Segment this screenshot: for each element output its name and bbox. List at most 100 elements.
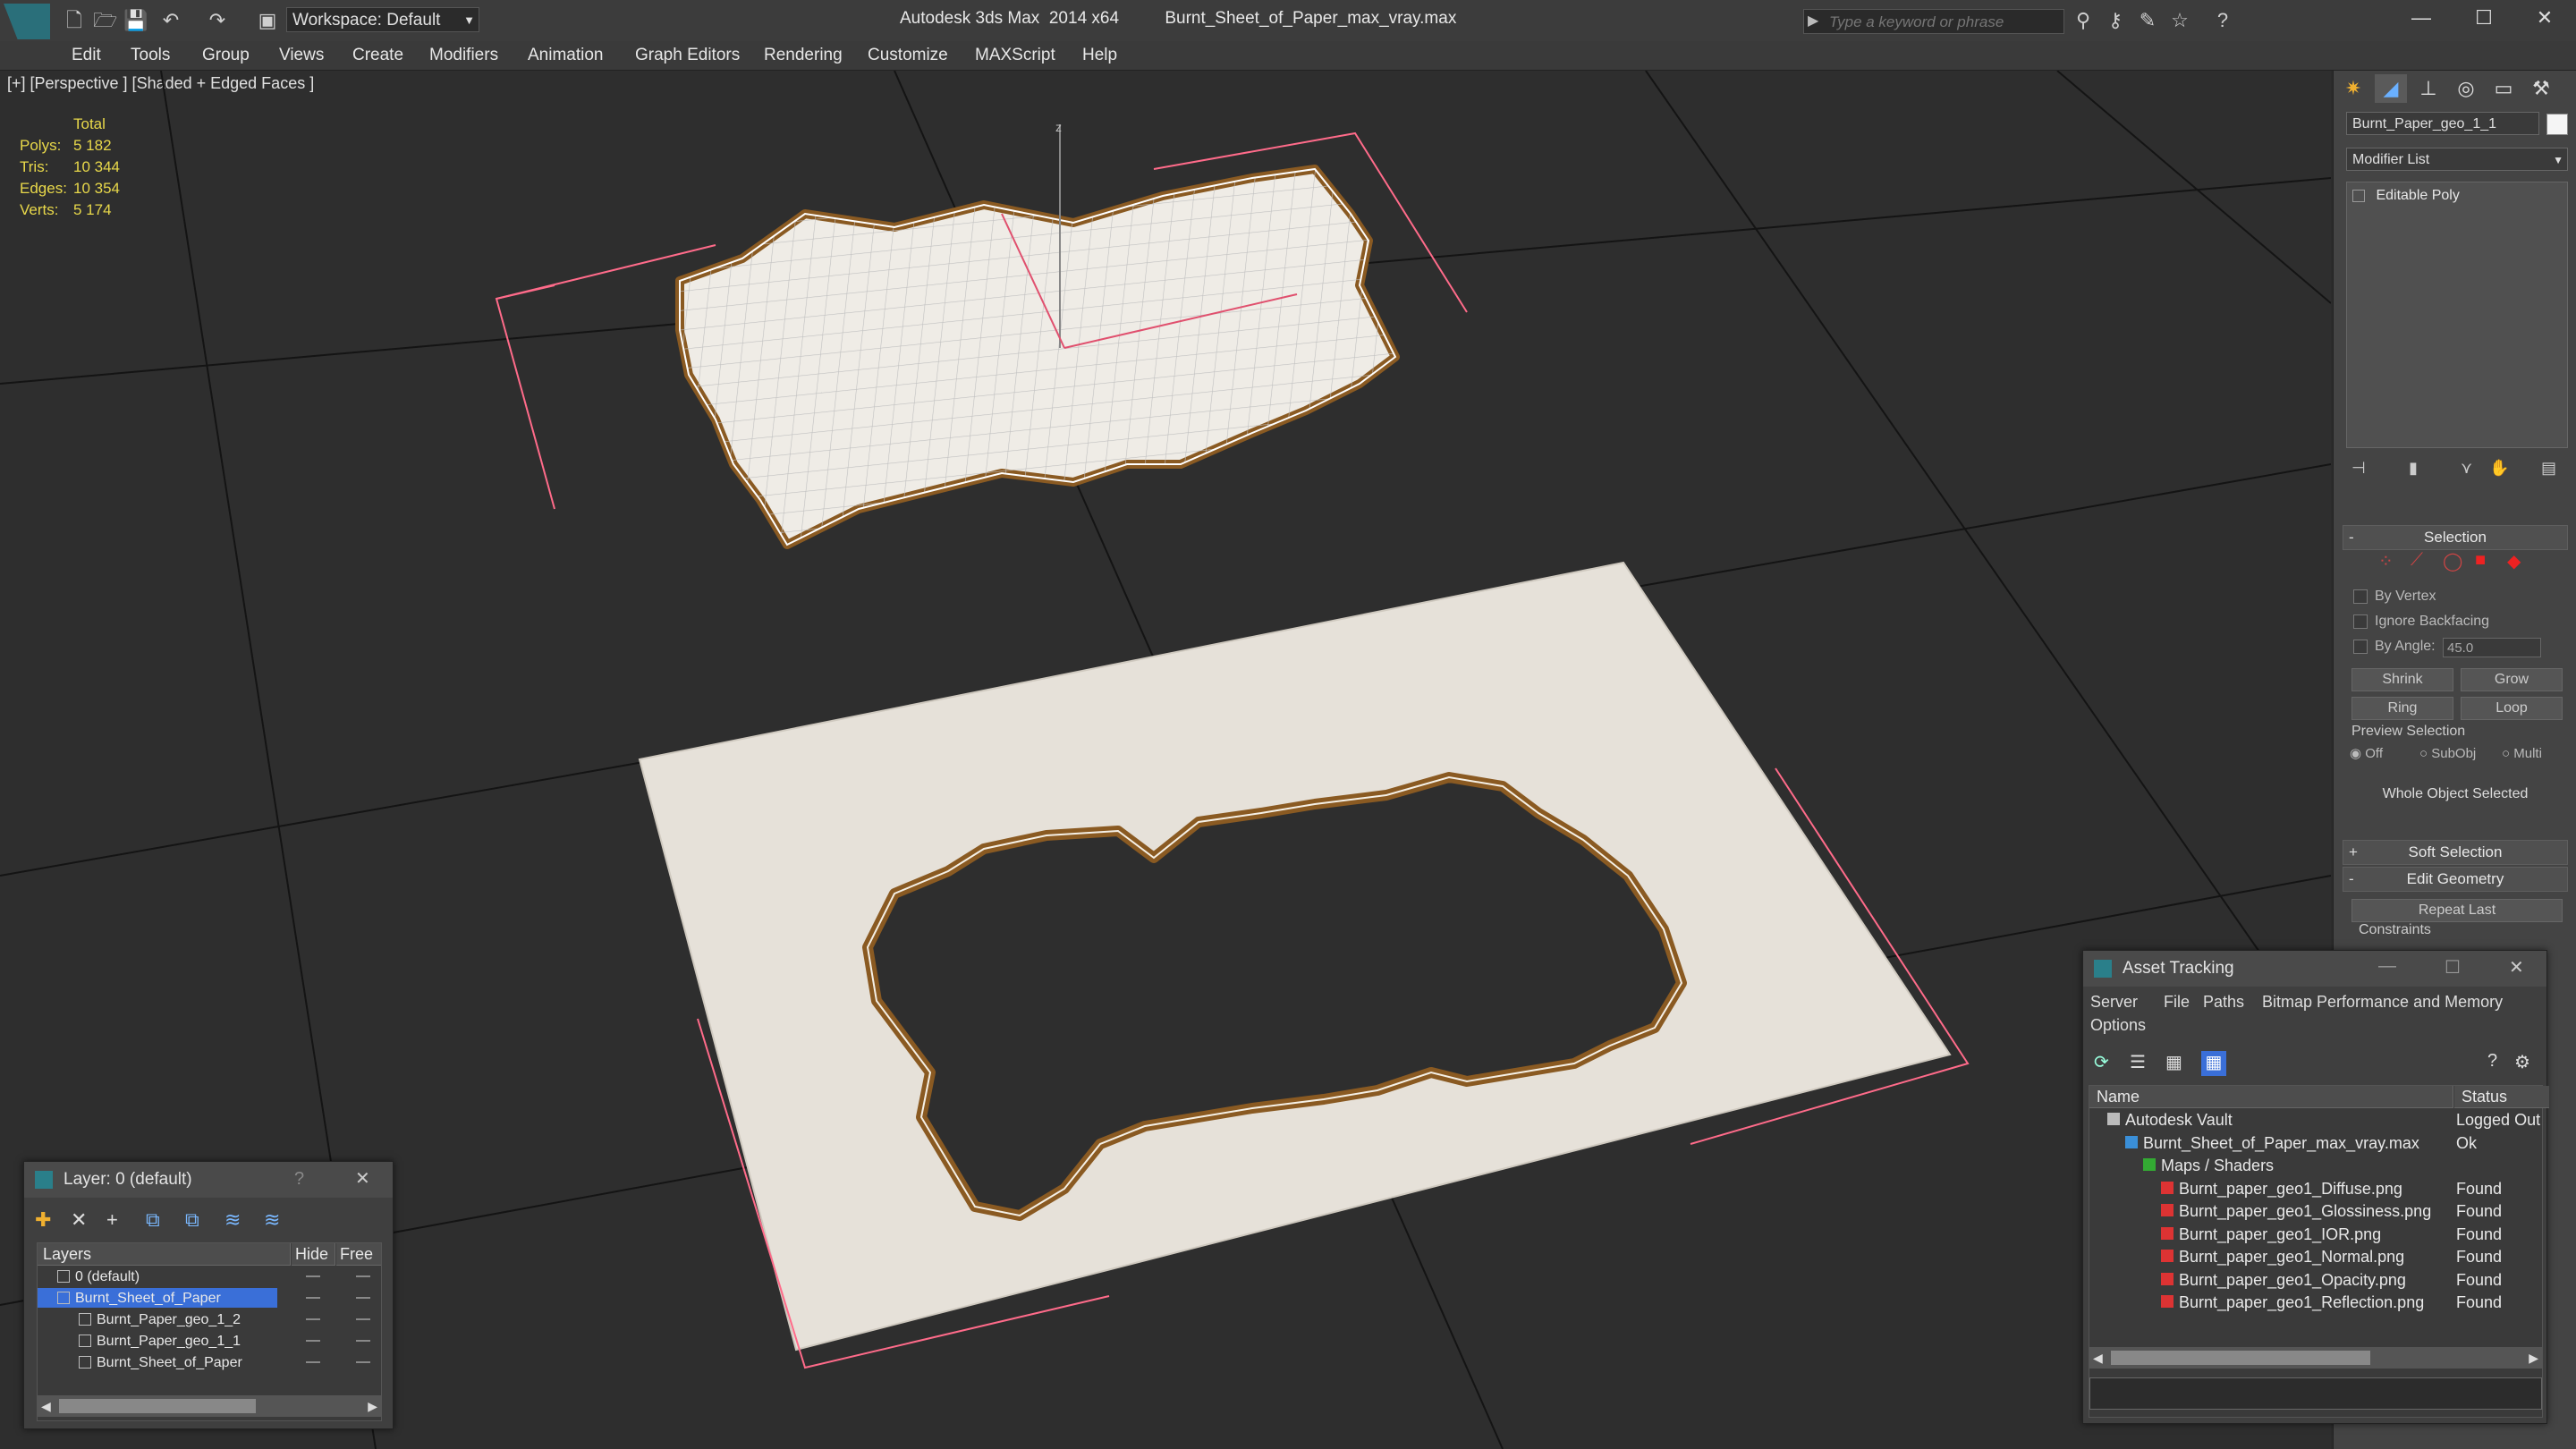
tools-icon[interactable]: ✎ [2136,9,2159,32]
modifier-list-select[interactable]: Modifier List ▼ [2346,148,2568,171]
preview-subobj-radio[interactable]: ○ SubObj [2419,743,2476,765]
help-icon[interactable]: ? [2211,9,2234,32]
close-icon[interactable]: ✕ [2513,0,2576,36]
layer-header-hide[interactable]: Hide [292,1243,335,1266]
show-end-result-icon[interactable]: ▮ [2409,459,2418,478]
repeat-last-button[interactable]: Repeat Last [2351,899,2563,922]
asset-row[interactable]: Burnt_Sheet_of_Paper_max_vray.max Ok [2089,1132,2542,1154]
menu-graph-editors[interactable]: Graph Editors [635,41,740,70]
layer-freeze-toggle[interactable] [356,1297,370,1299]
asset-row[interactable]: Autodesk Vault Logged Out [2089,1109,2542,1131]
shrink-button[interactable]: Shrink [2351,668,2453,691]
binoculars-icon[interactable]: ⚲ [2072,9,2095,32]
layer-freeze-toggle[interactable] [356,1361,370,1363]
layer-header-layers[interactable]: Layers [38,1243,291,1266]
layer-row[interactable]: Burnt_Sheet_of_Paper [38,1288,381,1309]
list-view-icon[interactable]: ☰ [2130,1051,2146,1073]
element-mode-icon[interactable]: ◆ [2507,550,2521,572]
layer-hide-toggle[interactable] [306,1297,320,1299]
soft-selection-rollout[interactable]: + Soft Selection [2343,840,2568,865]
asset-row[interactable]: Burnt_paper_geo1_Opacity.png Found [2089,1269,2542,1291]
asset-header-status[interactable]: Status [2454,1086,2549,1108]
stack-item-editable-poly[interactable]: Editable Poly [2352,186,2460,206]
asset-menu-bitmap[interactable]: Bitmap Performance and Memory [2262,990,2503,1013]
favorite-star-icon[interactable]: ☆ [2168,9,2191,32]
scroll-thumb[interactable] [59,1399,256,1413]
create-tab-icon[interactable]: ✷ [2337,74,2369,103]
remove-modifier-icon[interactable]: ✋ [2489,459,2509,478]
asset-row[interactable]: Burnt_paper_geo1_Diffuse.png Found [2089,1178,2542,1199]
maximize-icon[interactable]: ☐ [2453,0,2515,36]
delete-layer-icon[interactable]: ✕ [71,1208,87,1232]
menu-animation[interactable]: Animation [528,41,604,70]
close-icon[interactable]: ✕ [355,1167,370,1190]
layer-window-titlebar[interactable]: Layer: 0 (default) ? ✕ [24,1162,393,1198]
save-icon[interactable]: 💾 [123,9,148,32]
search-input[interactable] [1827,12,2063,33]
menu-tools[interactable]: Tools [131,41,170,70]
by-vertex-checkbox[interactable] [2353,589,2368,604]
scroll-left-icon[interactable]: ◀ [2093,1347,2103,1368]
hide-all-icon[interactable]: ≋ [225,1208,241,1232]
settings-icon[interactable]: ⚙ [2514,1051,2530,1073]
scroll-right-icon[interactable]: ▶ [368,1395,377,1417]
layer-freeze-toggle[interactable] [356,1275,370,1277]
by-angle-checkbox[interactable] [2353,639,2368,654]
menu-create[interactable]: Create [352,41,403,70]
by-angle-option[interactable]: By Angle: [2353,636,2436,657]
layer-hide-toggle[interactable] [306,1340,320,1342]
help-icon[interactable]: ? [2487,1051,2497,1072]
asset-menu-paths[interactable]: Paths [2203,990,2244,1013]
close-icon[interactable]: ✕ [2509,956,2524,979]
scroll-right-icon[interactable]: ▶ [2529,1347,2538,1368]
layer-row[interactable]: Burnt_Paper_geo_1_2 [38,1309,381,1331]
object-name-field[interactable]: Burnt_Paper_geo_1_1 [2346,112,2539,135]
select-in-layer-icon[interactable]: ⧉ [146,1208,160,1232]
redo-icon[interactable]: ↷ [206,9,229,32]
by-vertex-option[interactable]: By Vertex [2353,586,2436,607]
asset-tracking-titlebar[interactable]: Asset Tracking — ☐ ✕ [2083,951,2546,987]
project-folder-icon[interactable]: ▣ [256,9,279,32]
undo-icon[interactable]: ↶ [159,9,182,32]
layer-horizontal-scrollbar[interactable]: ◀ ▶ [38,1395,381,1417]
modify-tab-icon[interactable]: ◢ [2375,74,2407,103]
new-layer-icon[interactable]: ✚ [35,1208,51,1232]
menu-views[interactable]: Views [279,41,324,70]
selection-rollout[interactable]: - Selection [2343,525,2568,550]
minimize-icon[interactable]: — [2378,956,2396,977]
asset-row[interactable]: Burnt_paper_geo1_Normal.png Found [2089,1246,2542,1267]
refresh-icon[interactable]: ⟳ [2094,1051,2109,1073]
layer-freeze-toggle[interactable] [356,1340,370,1342]
maximize-icon[interactable]: ☐ [2445,956,2461,979]
freeze-all-icon[interactable]: ≋ [264,1208,280,1232]
preview-off-radio[interactable]: ◉ Off [2350,743,2383,765]
add-to-layer-icon[interactable]: + [106,1208,118,1232]
layer-hide-toggle[interactable] [306,1361,320,1363]
layer-freeze-toggle[interactable] [356,1318,370,1320]
highlight-layer-icon[interactable]: ⧉ [185,1208,199,1232]
motion-tab-icon[interactable]: ◎ [2450,74,2482,103]
modifier-stack[interactable]: Editable Poly [2346,182,2568,448]
new-file-icon[interactable]: 🗋 [63,9,86,32]
layer-hide-toggle[interactable] [306,1275,320,1277]
layer-hide-toggle[interactable] [306,1318,320,1320]
workspace-select[interactable]: Workspace: Default ▼ [286,7,479,32]
edit-geometry-rollout[interactable]: - Edit Geometry [2343,867,2568,892]
ring-button[interactable]: Ring [2351,697,2453,720]
menu-edit[interactable]: Edit [72,41,101,70]
menu-help[interactable]: Help [1082,41,1117,70]
asset-row[interactable]: Burnt_paper_geo1_Reflection.png Found [2089,1292,2542,1313]
search-box[interactable]: ▶ [1803,9,2064,34]
display-tab-icon[interactable]: ▭ [2487,74,2520,103]
object-color-swatch[interactable] [2546,114,2568,135]
scroll-left-icon[interactable]: ◀ [41,1395,51,1417]
menu-modifiers[interactable]: Modifiers [429,41,498,70]
key-icon[interactable]: ⚷ [2104,9,2127,32]
layer-row[interactable]: Burnt_Paper_geo_1_1 [38,1331,381,1352]
configure-sets-icon[interactable]: ▤ [2541,459,2556,478]
asset-horizontal-scrollbar[interactable]: ◀ ▶ [2089,1347,2542,1368]
help-icon[interactable]: ? [294,1169,304,1190]
asset-row[interactable]: Burnt_paper_geo1_IOR.png Found [2089,1224,2542,1245]
asset-menu-file[interactable]: File [2164,990,2190,1013]
grow-button[interactable]: Grow [2461,668,2563,691]
